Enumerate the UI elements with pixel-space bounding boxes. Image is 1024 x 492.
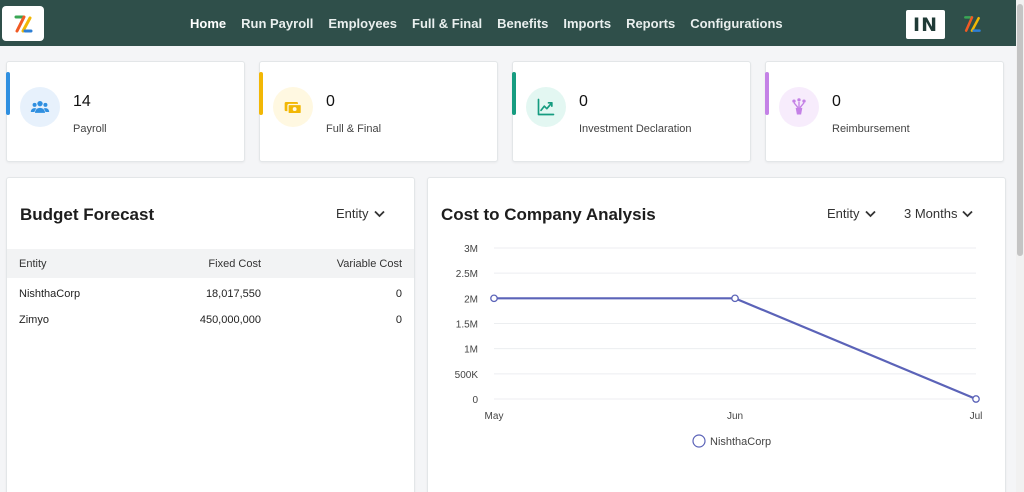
nav-full-final[interactable]: Full & Final <box>410 16 484 31</box>
ctc-entity-dropdown-label: Entity <box>827 206 860 221</box>
ctc-period-dropdown-label: 3 Months <box>904 206 958 221</box>
nav-reports[interactable]: Reports <box>624 16 677 31</box>
y-tick-label: 2M <box>464 294 478 305</box>
user-avatar[interactable]: IN <box>906 10 945 39</box>
budget-entity-dropdown-label: Entity <box>336 206 369 221</box>
variable-cost-cell: 0 <box>395 314 402 326</box>
x-tick-label: May <box>485 411 504 422</box>
trending-up-icon <box>526 87 566 127</box>
stat-card-payroll[interactable]: 14 Payroll <box>6 61 245 162</box>
data-point <box>731 294 739 303</box>
ctc-line-chart: 0 500K 1M 1.5M 2M 2.5M 3M May Jun Jul NishthaCorp <box>455 244 983 448</box>
chevron-down-icon <box>864 210 876 217</box>
investment-count: 0 <box>579 93 588 110</box>
col-fixed-cost: Fixed Cost <box>208 258 261 270</box>
y-tick-label: 0 <box>472 395 478 406</box>
stat-card-full-final[interactable]: 0 Full & Final <box>259 61 498 162</box>
y-tick-label: 2.5M <box>456 269 478 280</box>
chevron-down-icon <box>373 210 385 217</box>
stat-card-investment[interactable]: 0 Investment Declaration <box>512 61 751 162</box>
people-icon <box>20 87 60 127</box>
card-accent <box>512 72 516 115</box>
payroll-count: 14 <box>73 93 91 110</box>
zimyo-logo[interactable] <box>2 6 44 41</box>
variable-cost-cell: 0 <box>395 288 402 300</box>
col-variable-cost: Variable Cost <box>336 258 402 270</box>
legend-label: NishthaCorp <box>710 436 771 448</box>
logo-icon <box>14 15 33 32</box>
budget-table-header: Entity Fixed Cost Variable Cost <box>7 249 414 278</box>
y-tick-label: 3M <box>464 244 478 255</box>
reimburse-icon <box>779 87 819 127</box>
full-final-count: 0 <box>326 93 335 110</box>
y-tick-label: 1.5M <box>456 320 478 331</box>
fixed-cost-cell: 18,017,550 <box>205 288 261 300</box>
nav-run-payroll[interactable]: Run Payroll <box>239 16 315 31</box>
y-tick-label: 500K <box>455 370 479 381</box>
money-icon <box>273 87 313 127</box>
data-point <box>490 294 498 303</box>
nav-benefits[interactable]: Benefits <box>495 16 550 31</box>
ctc-analysis-panel: Cost to Company Analysis Entity 3 Months… <box>427 177 1006 492</box>
y-tick-label: 1M <box>464 345 478 356</box>
entity-cell: Zimyo <box>19 314 49 326</box>
card-accent <box>765 72 769 115</box>
reimbursement-label: Reimbursement <box>832 123 910 135</box>
scrollbar-thumb[interactable] <box>1017 4 1023 256</box>
entity-cell: NishthaCorp <box>19 288 81 300</box>
reimbursement-count: 0 <box>832 93 841 110</box>
card-accent <box>6 72 10 115</box>
table-row: Zimyo 450,000,000 0 <box>7 306 414 332</box>
chevron-down-icon <box>962 210 974 217</box>
table-row: NishthaCorp 18,017,550 0 <box>7 280 414 306</box>
x-tick-label: Jul <box>970 411 983 422</box>
ctc-title: Cost to Company Analysis <box>441 205 656 224</box>
payroll-label: Payroll <box>73 123 107 135</box>
budget-forecast-panel: Budget Forecast Entity Entity Fixed Cost… <box>6 177 415 492</box>
top-navbar: Home Run Payroll Employees Full & Final … <box>0 0 1016 46</box>
fixed-cost-cell: 450,000,000 <box>199 314 261 326</box>
main-nav: Home Run Payroll Employees Full & Final … <box>188 0 796 46</box>
nav-home[interactable]: Home <box>188 16 228 31</box>
legend-marker <box>692 434 706 448</box>
stat-card-reimbursement[interactable]: 0 Reimbursement <box>765 61 1004 162</box>
app-switcher-icon[interactable] <box>962 14 982 34</box>
col-entity: Entity <box>19 258 47 270</box>
budget-forecast-title: Budget Forecast <box>20 205 155 224</box>
budget-entity-dropdown[interactable]: Entity <box>336 206 385 221</box>
ctc-period-dropdown[interactable]: 3 Months <box>904 206 974 221</box>
data-point <box>972 395 980 403</box>
nav-imports[interactable]: Imports <box>561 16 613 31</box>
full-final-label: Full & Final <box>326 123 382 135</box>
ctc-entity-dropdown[interactable]: Entity <box>827 206 876 221</box>
page-scrollbar[interactable] <box>1016 0 1024 492</box>
nav-configurations[interactable]: Configurations <box>688 16 784 31</box>
card-accent <box>259 72 263 115</box>
x-tick-label: Jun <box>727 411 743 422</box>
investment-label: Investment Declaration <box>579 123 692 135</box>
nav-employees[interactable]: Employees <box>326 16 399 31</box>
